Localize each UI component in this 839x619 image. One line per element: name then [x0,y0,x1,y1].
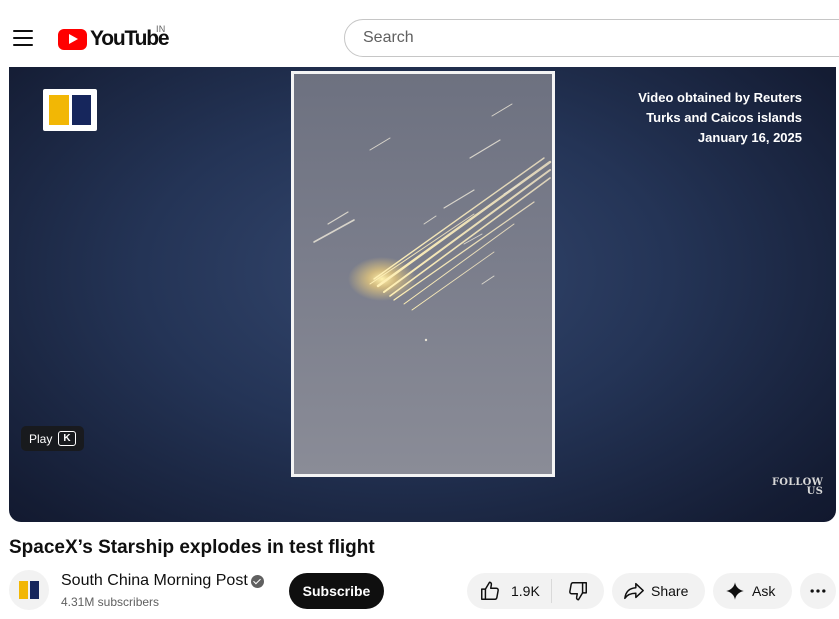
subscriber-count: 4.31M subscribers [61,595,160,609]
subscribe-button[interactable]: Subscribe [289,573,384,609]
like-dislike-group: 1.9K [467,573,604,609]
share-label: Share [651,583,689,599]
thumbs-down-icon [567,580,589,602]
dislike-button[interactable] [552,573,604,609]
share-arrow-icon [623,580,645,602]
thumbs-up-icon [479,580,501,602]
more-horizontal-icon [808,581,828,601]
hamburger-menu-icon[interactable] [13,30,33,46]
keyboard-shortcut: K [58,431,76,446]
channel-logo-watermark [43,89,97,131]
search-input[interactable] [361,28,839,48]
ask-button[interactable]: Ask [713,573,792,609]
masthead: YouTube IN [0,0,839,67]
channel-name[interactable]: South China Morning Post [61,572,248,590]
debris-streaks-graphic [313,103,552,342]
ask-label: Ask [752,583,776,599]
caption-line: Video obtained by Reuters [638,90,802,105]
sparkle-icon [725,581,745,601]
like-button[interactable]: 1.9K [467,573,551,609]
verified-check-icon [251,575,264,588]
follow-line: US [806,486,823,497]
video-frame [291,71,555,477]
caption-line: Turks and Caicos islands [646,110,802,125]
channel-avatar[interactable] [9,570,49,610]
share-button[interactable]: Share [612,573,705,609]
country-code: IN [156,24,166,34]
video-title: SpaceX’s Starship explodes in test fligh… [9,537,375,558]
youtube-play-icon [58,28,87,50]
youtube-logo[interactable]: YouTube [58,27,170,50]
video-player[interactable]: Video obtained by Reuters Turks and Caic… [9,67,836,522]
more-actions-button[interactable] [800,573,836,609]
video-overlay-caption: Video obtained by Reuters Turks and Caic… [638,88,802,148]
play-tooltip: Play K [21,426,84,451]
follow-us-watermark: FOLLOW US [772,478,823,497]
search-box [344,19,839,57]
play-tooltip-label: Play [29,431,53,446]
caption-line: January 16, 2025 [697,130,802,145]
like-count: 1.9K [511,583,540,599]
